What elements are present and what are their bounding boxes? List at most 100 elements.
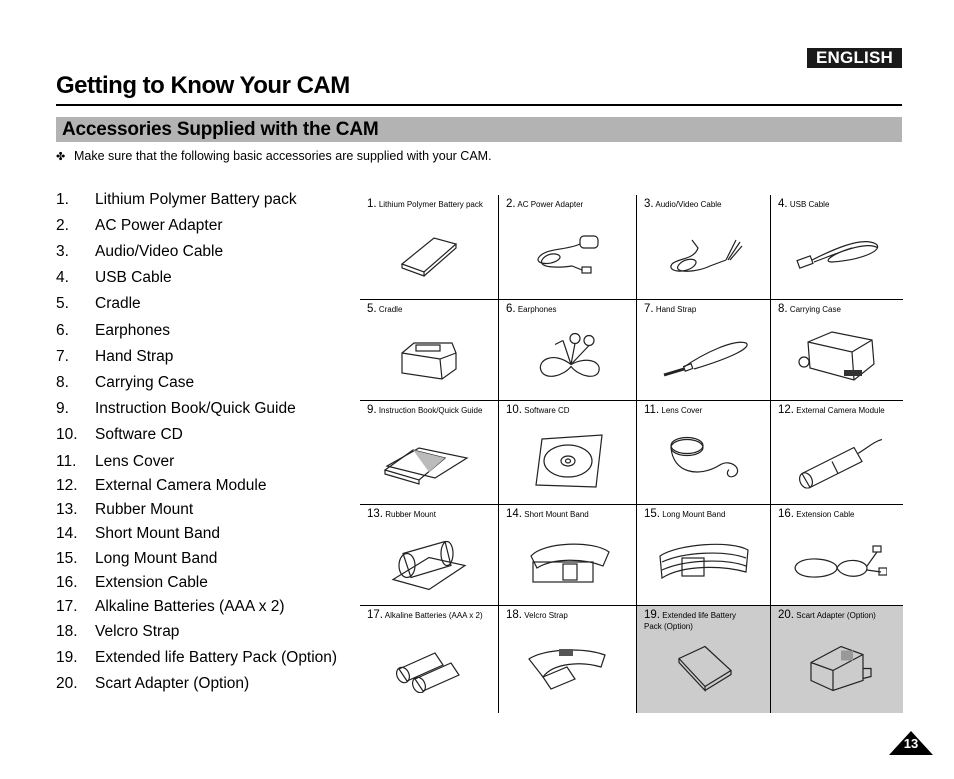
accessory-cell: 17. Alkaline Batteries (AAA x 2): [360, 606, 499, 713]
cell-label: Audio/Video Cable: [655, 200, 722, 209]
item-number: 3.: [56, 243, 69, 260]
item-label: Carrying Case: [95, 374, 195, 391]
cell-label: External Camera Module: [796, 406, 885, 415]
item-label: External Camera Module: [95, 477, 267, 494]
accessory-cell: 8. Carrying Case: [771, 300, 903, 401]
cell-caption: 4. USB Cable: [778, 198, 830, 210]
cell-caption: 5. Cradle: [367, 303, 403, 315]
item-label: Extended life Battery Pack (Option): [95, 649, 338, 666]
cell-number: 5.: [367, 303, 377, 315]
item-number: 2.: [56, 217, 69, 234]
item-label: Software CD: [95, 426, 183, 443]
cell-caption: 7. Hand Strap: [644, 303, 697, 315]
cell-label: Long Mount Band: [662, 510, 726, 519]
item-label: Lithium Polymer Battery pack: [95, 191, 297, 208]
accessory-cell: 3. Audio/Video Cable: [637, 195, 771, 300]
accessory-cell: 11. Lens Cover: [637, 401, 771, 505]
item-label: Instruction Book/Quick Guide: [95, 400, 296, 417]
cell-label: Software CD: [524, 406, 570, 415]
item-label: Cradle: [95, 295, 141, 312]
cell-caption: 18. Velcro Strap: [506, 609, 568, 621]
cell-number: 10.: [506, 404, 522, 416]
bullet-icon: ✤: [56, 151, 66, 163]
accessory-cell: 9. Instruction Book/Quick Guide: [360, 401, 499, 505]
cell-label: Lithium Polymer Battery pack: [378, 200, 483, 209]
cell-caption: 8. Carrying Case: [778, 303, 841, 315]
cell-number: 6.: [506, 303, 516, 315]
item-number: 20.: [56, 675, 78, 692]
cell-caption: 13. Rubber Mount: [367, 508, 436, 520]
cell-number: 12.: [778, 404, 794, 416]
item-label: Short Mount Band: [95, 525, 220, 542]
cell-label: Earphones: [517, 305, 557, 314]
accessory-cell: 15. Long Mount Band: [637, 505, 771, 606]
item-number: 4.: [56, 269, 69, 286]
cell-number: 4.: [778, 198, 788, 210]
item-number: 5.: [56, 295, 69, 312]
cell-number: 9.: [367, 404, 377, 416]
cell-caption: 20. Scart Adapter (Option): [778, 609, 888, 621]
cell-number: 2.: [506, 198, 516, 210]
accessory-grid: 1. Lithium Polymer Battery pack 2. AC Pow…: [360, 195, 903, 713]
item-label: AC Power Adapter: [95, 217, 223, 234]
cell-label: Extension Cable: [796, 510, 855, 519]
item-number: 11.: [56, 453, 77, 470]
item-number: 10.: [56, 426, 78, 443]
accessory-cell: 13. Rubber Mount: [360, 505, 499, 606]
cell-caption: 11. Lens Cover: [644, 404, 702, 416]
item-number: 19.: [56, 649, 78, 666]
cell-number: 11.: [644, 404, 660, 416]
cell-caption: 1. Lithium Polymer Battery pack: [367, 198, 483, 210]
cell-caption: 12. External Camera Module: [778, 404, 885, 416]
cell-label: USB Cable: [789, 200, 830, 209]
cell-number: 20.: [778, 609, 794, 621]
item-label: Earphones: [95, 322, 170, 339]
cell-caption: 16. Extension Cable: [778, 508, 855, 520]
accessory-cell: 7. Hand Strap: [637, 300, 771, 401]
cell-number: 19.: [644, 609, 660, 621]
cell-number: 14.: [506, 508, 522, 520]
accessory-cell: 18. Velcro Strap: [499, 606, 637, 713]
item-label: Extension Cable: [95, 574, 208, 591]
cell-label: Instruction Book/Quick Guide: [378, 406, 483, 415]
accessory-cell: 12. External Camera Module: [771, 401, 903, 505]
cell-caption: 10. Software CD: [506, 404, 570, 416]
cell-label: Velcro Strap: [524, 611, 568, 620]
accessory-cell: 1. Lithium Polymer Battery pack: [360, 195, 499, 300]
item-number: 7.: [56, 348, 69, 365]
item-number: 17.: [56, 598, 78, 615]
item-label: Hand Strap: [95, 348, 174, 365]
item-number: 8.: [56, 374, 69, 391]
item-number: 16.: [56, 574, 78, 591]
cell-label: Rubber Mount: [385, 510, 436, 519]
cell-label: AC Power Adapter: [517, 200, 584, 209]
cell-label: Hand Strap: [655, 305, 697, 314]
item-label: Alkaline Batteries (AAA x 2): [95, 598, 285, 615]
item-number: 12.: [56, 477, 78, 494]
cell-caption: 3. Audio/Video Cable: [644, 198, 722, 210]
item-number: 6.: [56, 322, 69, 339]
cell-label: Scart Adapter (Option): [796, 611, 876, 620]
cell-caption: 19. Extended life Battery Pack (Option): [644, 609, 754, 632]
item-label: USB Cable: [95, 269, 172, 286]
item-label: Audio/Video Cable: [95, 243, 224, 260]
cell-label: Cradle: [378, 305, 403, 314]
item-number: 15.: [56, 550, 78, 567]
section-title: Accessories Supplied with the CAM: [62, 119, 379, 140]
item-number: 9.: [56, 400, 69, 417]
accessory-cell: 5. Cradle: [360, 300, 499, 401]
cell-number: 18.: [506, 609, 522, 621]
accessory-cell: 6. Earphones: [499, 300, 637, 401]
accessory-cell: 20. Scart Adapter (Option): [771, 606, 903, 713]
page-number: 13: [903, 736, 919, 751]
cell-number: 3.: [644, 198, 654, 210]
item-number: 13.: [56, 501, 78, 518]
accessory-cell: 4. USB Cable: [771, 195, 903, 300]
cell-caption: 6. Earphones: [506, 303, 557, 315]
cell-number: 8.: [778, 303, 788, 315]
page-title: Getting to Know Your CAM: [56, 72, 350, 99]
cell-number: 7.: [644, 303, 654, 315]
item-number: 14.: [56, 525, 78, 542]
item-label: Lens Cover: [95, 453, 175, 470]
accessory-cell: 2. AC Power Adapter: [499, 195, 637, 300]
